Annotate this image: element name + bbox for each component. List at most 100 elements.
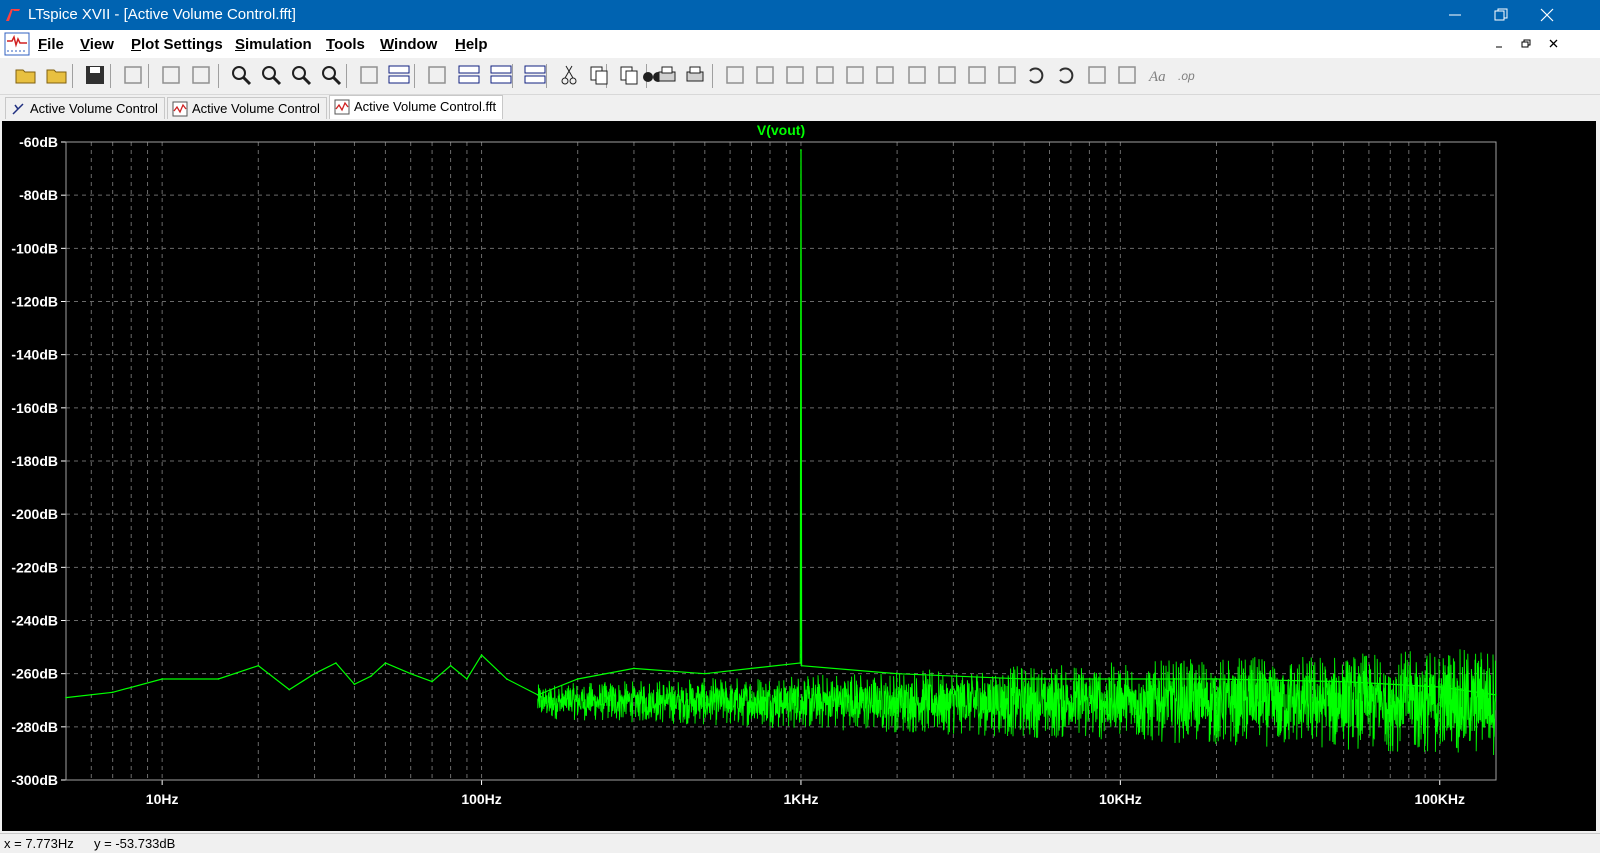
component-icon[interactable] <box>934 62 960 88</box>
trace-label: V(vout) <box>757 122 805 138</box>
schematic-icon <box>12 103 24 115</box>
mdi-restore-icon[interactable] <box>1517 36 1535 52</box>
diode-icon[interactable] <box>904 62 930 88</box>
text-icon[interactable]: Aa <box>1146 62 1172 88</box>
trace-point <box>111 691 114 694</box>
cursor-x-readout: x = 7.773Hz <box>4 836 74 851</box>
label-icon[interactable] <box>782 62 808 88</box>
menu-window[interactable]: Window <box>380 36 437 53</box>
tab-schematic[interactable]: Active Volume Control <box>5 97 165 119</box>
zoom-in-icon[interactable] <box>228 62 254 88</box>
menu-plot-settings[interactable]: Plot Settings <box>131 36 223 53</box>
open-schematic-icon[interactable] <box>13 62 39 88</box>
halt-icon[interactable] <box>188 62 214 88</box>
y-tick-label: -280dB <box>11 719 58 735</box>
save-icon[interactable] <box>82 62 108 88</box>
copy-icon[interactable] <box>586 62 612 88</box>
capacitor-icon[interactable] <box>842 62 868 88</box>
trace-point <box>750 667 753 670</box>
menu-view[interactable]: View <box>80 36 114 53</box>
menu-help[interactable]: Help <box>455 36 488 53</box>
menu-file[interactable]: File <box>38 36 64 53</box>
tile-vertical-icon[interactable] <box>488 62 514 88</box>
cascade-icon[interactable] <box>522 62 548 88</box>
x-tick-label: 1KHz <box>783 791 818 807</box>
svg-text:.op: .op <box>1178 69 1195 83</box>
ground-icon[interactable] <box>752 62 778 88</box>
menu-simulation[interactable]: Simulation <box>235 36 312 53</box>
restore-button[interactable] <box>1478 0 1524 30</box>
y-tick-label: -140dB <box>11 347 58 363</box>
trace-point <box>506 678 508 680</box>
title-bar: LTspice XVII - [Active Volume Control.ff… <box>0 0 1600 30</box>
add-trace-icon[interactable] <box>424 62 450 88</box>
trace-point <box>466 678 468 680</box>
zoom-cancel-icon[interactable] <box>318 62 344 88</box>
trace-point <box>431 680 433 683</box>
y-tick-label: -200dB <box>11 506 58 522</box>
trace-point <box>257 664 260 667</box>
autorange-icon[interactable] <box>356 62 382 88</box>
trace-point <box>633 667 635 670</box>
y-tick-label: -300dB <box>11 772 58 788</box>
inductor-icon[interactable] <box>872 62 898 88</box>
print-setup-icon[interactable] <box>682 62 708 88</box>
minimize-button[interactable] <box>1432 0 1478 30</box>
zoom-area-icon[interactable] <box>258 62 284 88</box>
zoom-out-icon[interactable] <box>288 62 314 88</box>
trace-point <box>1495 694 1497 696</box>
undo-icon[interactable] <box>1024 62 1050 88</box>
redo-icon[interactable] <box>1054 62 1080 88</box>
close-button[interactable] <box>1524 0 1570 30</box>
trace-point <box>799 662 802 664</box>
waveform-plot-pane[interactable]: -60dB -80dB -100dB -120dB -140dB -160dB -180dB… <box>2 121 1596 831</box>
tile-horizontal-icon[interactable] <box>456 62 482 88</box>
mdi-close-icon[interactable] <box>1545 36 1563 52</box>
trace-point <box>800 149 802 151</box>
trace-point <box>800 664 803 667</box>
tab-waveform[interactable]: Active Volume Control <box>167 97 327 119</box>
close-icon <box>1540 8 1554 22</box>
trace-point <box>480 654 483 656</box>
cursor-y-readout: y = -53.733dB <box>94 836 176 851</box>
paste-icon[interactable] <box>616 62 642 88</box>
wire-icon[interactable] <box>722 62 748 88</box>
y-tick-label: -80dB <box>19 187 58 203</box>
tab-label: Active Volume Control <box>192 101 320 116</box>
svg-text:Aa: Aa <box>1148 69 1166 85</box>
rotate-icon[interactable] <box>1084 62 1110 88</box>
fft-chart[interactable]: -60dB -80dB -100dB -120dB -140dB -160dB -180dB… <box>2 121 1596 831</box>
toolbar-separator <box>72 64 73 88</box>
trace-point <box>335 662 337 664</box>
cut-icon[interactable] <box>556 62 582 88</box>
trace-point <box>449 664 452 667</box>
y-tick-label: -120dB <box>11 294 58 310</box>
open-file-icon[interactable] <box>44 62 70 88</box>
toolbar: Aa .op <box>0 58 1600 95</box>
trace-noise <box>537 649 1496 756</box>
toolbar-separator <box>218 64 219 88</box>
drag-icon[interactable] <box>994 62 1020 88</box>
resistor-icon[interactable] <box>812 62 838 88</box>
trace-point <box>217 678 220 680</box>
x-tick-label: 100Hz <box>461 791 501 807</box>
tab-label: Active Volume Control <box>30 101 158 116</box>
trace-point <box>536 694 539 696</box>
plot-pane-icon[interactable] <box>386 62 412 88</box>
restore-icon <box>1494 8 1508 21</box>
print-icon[interactable] <box>654 62 680 88</box>
mdi-minimize-icon[interactable] <box>1490 36 1508 52</box>
y-tick-label: -100dB <box>11 240 58 256</box>
menu-tools[interactable]: Tools <box>326 36 365 53</box>
waveform-document-icon[interactable] <box>4 31 30 57</box>
settings-hammer-icon[interactable] <box>120 62 146 88</box>
trace-point <box>1119 678 1122 680</box>
trace-point <box>704 672 706 675</box>
mirror-icon[interactable] <box>1114 62 1140 88</box>
move-icon[interactable] <box>964 62 990 88</box>
tab-fft[interactable]: Active Volume Control.fft <box>329 95 503 119</box>
status-bar: x = 7.773Hz y = -53.733dB <box>0 833 1600 853</box>
spice-directive-icon[interactable]: .op <box>1176 62 1202 88</box>
run-icon[interactable] <box>158 62 184 88</box>
trace-vout <box>66 149 1496 699</box>
